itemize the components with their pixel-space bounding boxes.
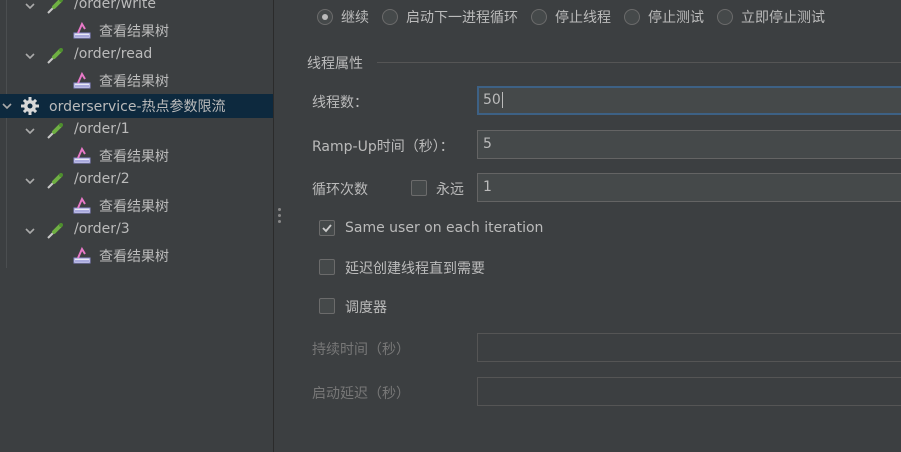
sampler-pipette-icon — [45, 121, 65, 141]
panel-splitter[interactable] — [274, 0, 285, 452]
duration-input — [477, 333, 901, 362]
delay-thread-creation-checkbox[interactable] — [319, 259, 335, 275]
tree-node-order-2[interactable]: /order/2 — [0, 169, 273, 193]
startup-delay-label: 启动延迟（秒） — [312, 386, 410, 402]
radio-start-next-loop-label[interactable]: 启动下一进程循环 — [406, 7, 518, 27]
chevron-down-icon[interactable] — [23, 0, 37, 13]
tree-node-results-tree[interactable]: 查看结果树 — [0, 19, 273, 43]
startup-delay-input — [477, 377, 901, 406]
thread-properties-title: 线程属性 — [307, 56, 363, 72]
same-user-label[interactable]: Same user on each iteration — [345, 220, 543, 236]
sampler-error-action-group: 继续 启动下一进程循环 停止线程 停止测试 立即停止测试 — [317, 6, 838, 28]
duration-label: 持续时间（秒） — [312, 342, 410, 358]
results-tree-icon — [72, 246, 92, 266]
tree-node-results-tree[interactable]: 查看结果树 — [0, 194, 273, 218]
ramp-up-label: Ramp-Up时间（秒）： — [312, 139, 454, 155]
radio-stop-thread[interactable] — [531, 9, 547, 25]
tree-node-label: /order/read — [74, 46, 153, 62]
tree-node-results-tree[interactable]: 查看结果树 — [0, 144, 273, 168]
forever-checkbox[interactable] — [411, 180, 427, 196]
radio-continue-label[interactable]: 继续 — [341, 7, 369, 27]
loop-count-label: 循环次数 — [312, 182, 368, 198]
tree-node-results-tree[interactable]: 查看结果树 — [0, 244, 273, 268]
loop-count-input[interactable]: 1 — [477, 173, 901, 202]
checkmark-icon — [322, 224, 332, 233]
tree-node-label: 查看结果树 — [99, 199, 169, 215]
results-tree-icon — [72, 21, 92, 41]
tree-node-order-read[interactable]: /order/read — [0, 44, 273, 68]
chevron-down-icon[interactable] — [23, 124, 37, 138]
radio-stop-test-now[interactable] — [717, 9, 733, 25]
sampler-pipette-icon — [45, 0, 65, 16]
sampler-pipette-icon — [45, 221, 65, 241]
tree-node-results-tree[interactable]: 查看结果树 — [0, 69, 273, 93]
chevron-down-icon[interactable] — [23, 224, 37, 238]
scheduler-label[interactable]: 调度器 — [345, 297, 387, 317]
ramp-up-value: 5 — [483, 136, 492, 152]
radio-stop-test-label[interactable]: 停止测试 — [648, 7, 704, 27]
tree-node-label: 查看结果树 — [99, 249, 169, 265]
num-threads-label: 线程数： — [312, 95, 368, 111]
tree-node-label: 查看结果树 — [99, 149, 169, 165]
radio-stop-thread-label[interactable]: 停止线程 — [555, 7, 611, 27]
tree-node-label: orderservice-热点参数限流 — [49, 99, 226, 115]
test-plan-tree[interactable]: /order/write 查看结果树 /order/read 查看结果树 ord… — [0, 0, 274, 452]
delay-thread-creation-label[interactable]: 延迟创建线程直到需要 — [345, 258, 485, 278]
tree-node-order-1[interactable]: /order/1 — [0, 119, 273, 143]
num-threads-value: 50 — [483, 92, 501, 108]
radio-start-next-loop[interactable] — [382, 9, 398, 25]
tree-node-thread-group[interactable]: orderservice-热点参数限流 — [0, 94, 273, 118]
tree-node-order-3[interactable]: /order/3 — [0, 219, 273, 243]
thread-group-editor: 继续 启动下一进程循环 停止线程 停止测试 立即停止测试 线程属性 线程数： 5… — [285, 0, 901, 452]
chevron-down-icon[interactable] — [23, 174, 37, 188]
radio-stop-test-now-label[interactable]: 立即停止测试 — [741, 7, 825, 27]
results-tree-icon — [72, 146, 92, 166]
chevron-down-icon[interactable] — [23, 49, 37, 63]
sampler-pipette-icon — [45, 46, 65, 66]
num-threads-input[interactable]: 50 — [477, 86, 901, 115]
text-caret — [501, 92, 503, 108]
results-tree-icon — [72, 196, 92, 216]
tree-node-label: 查看结果树 — [99, 24, 169, 40]
sampler-pipette-icon — [45, 171, 65, 191]
ramp-up-input[interactable]: 5 — [477, 130, 901, 159]
drag-handle-icon[interactable] — [278, 208, 281, 226]
results-tree-icon — [72, 71, 92, 91]
tree-node-label: /order/3 — [74, 221, 130, 237]
same-user-checkbox[interactable] — [319, 220, 335, 236]
radio-stop-test[interactable] — [624, 9, 640, 25]
tree-node-label: 查看结果树 — [99, 74, 169, 90]
loop-count-value: 1 — [483, 179, 492, 195]
tree-node-label: /order/write — [74, 0, 156, 12]
tree-node-label: /order/1 — [74, 121, 130, 137]
group-divider — [377, 62, 901, 63]
radio-continue[interactable] — [317, 9, 333, 25]
tree-node-label: /order/2 — [74, 171, 130, 187]
forever-label[interactable]: 永远 — [436, 179, 464, 199]
chevron-down-icon[interactable] — [0, 99, 14, 113]
tree-node-order-write[interactable]: /order/write — [0, 0, 273, 18]
scheduler-checkbox[interactable] — [319, 298, 335, 314]
gear-icon — [20, 96, 40, 116]
